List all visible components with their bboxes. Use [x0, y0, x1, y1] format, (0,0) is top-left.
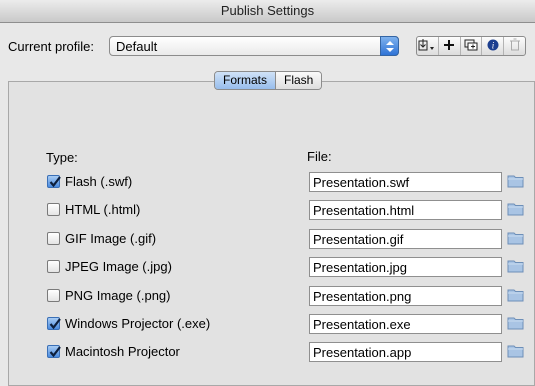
format-checkbox[interactable]: [47, 345, 61, 358]
format-checkbox[interactable]: [47, 260, 60, 273]
duplicate-icon: [464, 39, 478, 54]
tab-formats[interactable]: Formats: [215, 72, 277, 89]
format-row: HTML (.html): [0, 200, 535, 222]
window-title: Publish Settings: [0, 0, 535, 23]
folder-icon[interactable]: [507, 201, 525, 220]
type-header: Type:: [46, 150, 78, 165]
format-checkbox[interactable]: [47, 203, 60, 216]
folder-icon[interactable]: [507, 287, 525, 306]
import-export-icon: [418, 38, 436, 55]
format-label: PNG Image (.png): [65, 288, 171, 303]
folder-icon[interactable]: [507, 258, 525, 277]
import-export-button[interactable]: [417, 37, 439, 55]
add-profile-button[interactable]: [439, 37, 461, 55]
profile-toolbar: i: [416, 36, 526, 56]
current-profile-label: Current profile:: [8, 39, 94, 54]
format-label: Macintosh Projector: [65, 344, 180, 359]
trash-icon: [509, 38, 521, 54]
profile-value: Default: [116, 39, 158, 54]
file-name-field[interactable]: [309, 286, 502, 306]
format-label: GIF Image (.gif): [65, 231, 157, 246]
format-row: Macintosh Projector: [0, 342, 535, 364]
format-row: PNG Image (.png): [0, 286, 535, 308]
delete-profile-button[interactable]: [504, 37, 525, 55]
file-header: File:: [307, 149, 332, 164]
profile-row: Current profile: Default i: [0, 34, 535, 60]
profile-info-button[interactable]: i: [482, 37, 505, 55]
checkmark-icon: [49, 318, 61, 330]
format-checkbox[interactable]: [47, 232, 60, 245]
folder-icon[interactable]: [507, 315, 525, 334]
file-name-field[interactable]: [309, 342, 502, 362]
file-name-field[interactable]: [309, 314, 502, 334]
info-icon: i: [487, 39, 499, 54]
file-name-field[interactable]: [309, 172, 502, 192]
folder-icon[interactable]: [507, 173, 525, 192]
format-checkbox[interactable]: [47, 289, 60, 302]
tab-flash[interactable]: Flash: [276, 72, 322, 89]
format-label: Flash (.swf): [65, 174, 133, 189]
format-label: JPEG Image (.jpg): [65, 259, 172, 274]
file-name-field[interactable]: [309, 200, 502, 220]
format-row: GIF Image (.gif): [0, 229, 535, 251]
chevron-up-down-icon: [380, 36, 399, 56]
format-row: JPEG Image (.jpg): [0, 257, 535, 279]
format-checkbox[interactable]: [47, 317, 61, 330]
add-icon: [443, 39, 455, 54]
file-name-field[interactable]: [309, 229, 502, 249]
duplicate-profile-button[interactable]: [461, 37, 483, 55]
checkmark-icon: [49, 176, 61, 188]
format-checkbox[interactable]: [47, 175, 61, 188]
settings-tabs: Formats Flash: [214, 71, 323, 90]
folder-icon[interactable]: [507, 230, 525, 249]
format-row: Flash (.swf): [0, 172, 535, 194]
profile-select[interactable]: Default: [109, 36, 399, 56]
file-name-field[interactable]: [309, 257, 502, 277]
folder-icon[interactable]: [507, 343, 525, 362]
format-label: HTML (.html): [65, 202, 141, 217]
checkmark-icon: [49, 346, 61, 358]
format-label: Windows Projector (.exe): [65, 316, 211, 331]
format-row: Windows Projector (.exe): [0, 314, 535, 336]
